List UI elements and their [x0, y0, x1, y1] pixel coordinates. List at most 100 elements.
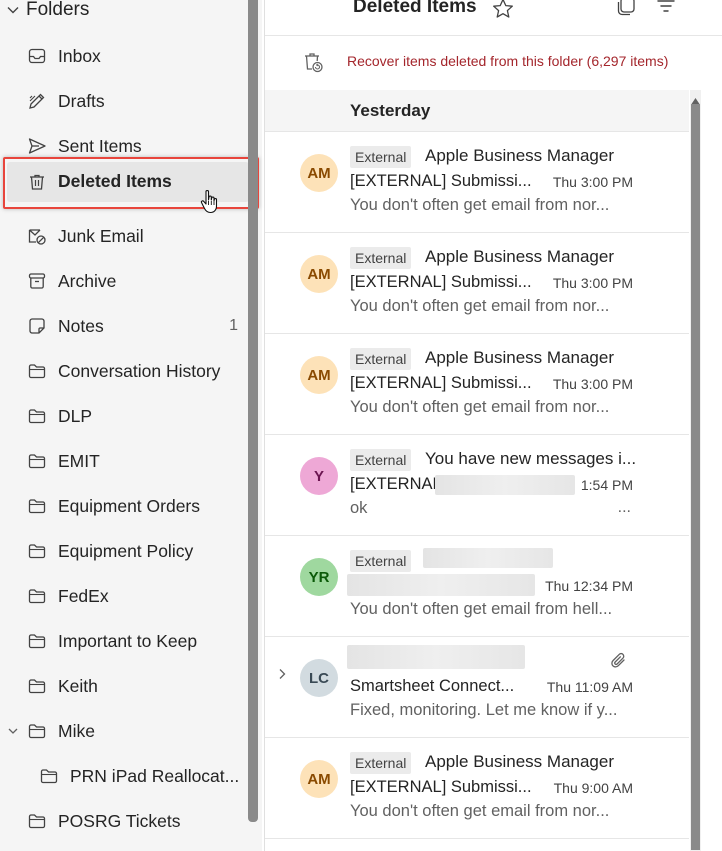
message-preview: You don't often get email from nor...	[350, 196, 610, 214]
folders-header-label: Folders	[26, 0, 90, 20]
recover-items-link[interactable]: Recover items deleted from this folder (…	[265, 36, 689, 88]
list-title: Deleted Items	[353, 0, 477, 17]
preview-ellipsis: ...	[617, 499, 631, 516]
redacted-area	[347, 645, 525, 669]
folder-icon	[26, 675, 48, 697]
folder-archive[interactable]: Archive	[0, 261, 246, 301]
folder-icon	[26, 585, 48, 607]
message-list-scrollbar[interactable]	[690, 90, 701, 851]
folder-icon	[26, 360, 48, 382]
folder-important-to-keep[interactable]: Important to Keep	[0, 621, 246, 661]
message-time: Thu 3:00 PM	[552, 376, 633, 392]
message-subject: [EXTERNAL] Submissi...	[350, 172, 532, 190]
message-subject: [EXTERNAL] Submissi...	[350, 778, 532, 796]
scrollbar-thumb[interactable]	[691, 104, 700, 850]
external-tag: External	[350, 449, 412, 471]
folder-icon	[26, 630, 48, 652]
date-group-label: Yesterday	[350, 101, 431, 120]
recover-trash-icon	[301, 50, 325, 74]
star-icon[interactable]	[491, 0, 515, 21]
folder-icon	[26, 405, 48, 427]
message-subject: Smartsheet Connect...	[350, 677, 515, 695]
chevron-right-icon[interactable]	[275, 667, 289, 681]
scroll-up-arrow-icon[interactable]	[691, 92, 700, 104]
external-tag: External	[350, 550, 412, 572]
folder-drafts[interactable]: Drafts	[0, 81, 246, 121]
inbox-icon	[26, 45, 48, 67]
junk-icon	[26, 225, 48, 247]
folder-label: Inbox	[58, 45, 101, 66]
avatar: AM	[300, 760, 338, 798]
folder-icon	[26, 495, 48, 517]
folder-label: EMIT	[58, 450, 100, 471]
message-preview: You don't often get email from hell...	[350, 600, 613, 618]
message-subject: [EXTERNAL	[350, 475, 442, 493]
message-item[interactable]: AM External Apple Business Manager [EXTE…	[265, 738, 689, 839]
filter-icon[interactable]	[655, 0, 677, 18]
folder-label: Conversation History	[58, 360, 221, 381]
folder-label: Drafts	[58, 90, 105, 111]
message-preview: Fixed, monitoring. Let me know if y...	[350, 701, 618, 719]
folder-dlp[interactable]: DLP	[0, 396, 246, 436]
folders-header[interactable]: Folders	[6, 0, 89, 24]
message-sender: You have new messages i...	[425, 449, 637, 468]
folder-posrg-tickets[interactable]: POSRG Tickets	[0, 801, 246, 841]
folder-mike[interactable]: Mike	[0, 711, 246, 751]
folder-keith[interactable]: Keith	[0, 666, 246, 706]
folder-label: Important to Keep	[58, 630, 198, 651]
folder-junk-email[interactable]: Junk Email	[0, 216, 246, 256]
paperclip-icon	[609, 651, 629, 671]
message-preview: You don't often get email from nor...	[350, 802, 610, 820]
folder-label: Junk Email	[58, 225, 144, 246]
folder-prn-ipad-reallocation[interactable]: PRN iPad Reallocat...	[0, 756, 246, 796]
folder-equipment-orders[interactable]: Equipment Orders	[0, 486, 246, 526]
folder-icon	[26, 540, 48, 562]
list-header: Deleted Items	[265, 0, 722, 36]
message-sender: Apple Business Manager	[425, 247, 615, 266]
avatar: AM	[300, 154, 338, 192]
select-icon[interactable]	[615, 0, 637, 17]
folder-equipment-policy[interactable]: Equipment Policy	[0, 531, 246, 571]
avatar: AM	[300, 356, 338, 394]
folder-fedex[interactable]: FedEx	[0, 576, 246, 616]
folder-label: Sent Items	[58, 135, 142, 156]
message-item[interactable]: AM External Apple Business Manager [EXTE…	[265, 334, 689, 435]
message-time: Thu 3:00 PM	[552, 174, 633, 190]
redacted-area	[347, 574, 535, 596]
folder-label: Deleted Items	[58, 171, 172, 191]
folder-inbox[interactable]: Inbox	[0, 36, 246, 76]
message-item[interactable]: AM External Apple Business Manager [EXTE…	[265, 233, 689, 334]
folder-deleted-items[interactable]: Deleted Items	[3, 157, 259, 214]
message-item[interactable]: YR External Thu 12:34 PM You don't often…	[265, 536, 689, 637]
external-tag: External	[350, 247, 412, 269]
message-sender: Apple Business Manager	[425, 146, 615, 165]
avatar: YR	[300, 558, 338, 596]
date-group-header[interactable]: Yesterday	[265, 90, 689, 132]
external-tag: External	[350, 752, 412, 774]
trash-icon	[26, 171, 48, 193]
folder-conversation-history[interactable]: Conversation History	[0, 351, 246, 391]
folder-pane: Folders Inbox Drafts Sent Items Deleted …	[0, 0, 262, 851]
avatar: Y	[300, 457, 338, 495]
folder-icon	[38, 765, 60, 787]
message-item[interactable]: Y External You have new messages i... [E…	[265, 435, 689, 536]
send-icon	[26, 135, 48, 157]
redacted-area	[435, 475, 575, 495]
message-preview: You don't often get email from nor...	[350, 297, 610, 315]
chevron-down-icon[interactable]	[6, 724, 20, 738]
message-time: Thu 11:09 AM	[546, 679, 633, 695]
folder-label: Equipment Policy	[58, 540, 194, 561]
message-subject: [EXTERNAL] Submissi...	[350, 374, 532, 392]
message-preview: ok	[350, 499, 368, 517]
folder-emit[interactable]: EMIT	[0, 441, 246, 481]
folder-scrollbar[interactable]	[248, 0, 258, 822]
external-tag: External	[350, 146, 412, 168]
message-item[interactable]: AM External Apple Business Manager [EXTE…	[265, 132, 689, 233]
avatar: AM	[300, 255, 338, 293]
message-item[interactable]: LC Smartsheet Connect... Thu 11:09 AM Fi…	[265, 637, 689, 738]
folder-label: FedEx	[58, 585, 109, 606]
folder-label: Equipment Orders	[58, 495, 201, 516]
chevron-down-icon	[6, 3, 20, 17]
pencil-icon	[26, 90, 48, 112]
folder-notes[interactable]: Notes 1	[0, 306, 246, 346]
